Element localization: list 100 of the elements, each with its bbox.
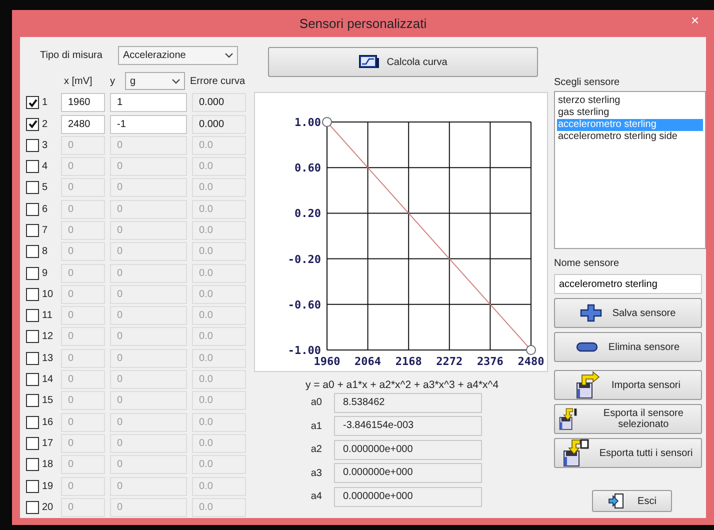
input-field[interactable]: 0: [110, 455, 187, 474]
checkbox[interactable]: [26, 224, 39, 237]
input-field[interactable]: 0: [61, 200, 105, 219]
action-button[interactable]: Elimina sensore: [554, 332, 702, 362]
checkbox[interactable]: [26, 458, 39, 472]
input-field[interactable]: 0: [61, 348, 105, 368]
coefficient-field: 8.538462: [334, 392, 482, 413]
list-item[interactable]: accelerometro sterling: [557, 119, 703, 132]
input-field[interactable]: 0: [110, 370, 187, 390]
input-field[interactable]: 0: [61, 327, 105, 346]
row-number: 18: [41, 459, 54, 470]
window-title: Sensori personalizzati: [299, 16, 427, 32]
action-button[interactable]: Esporta il sensore selezionato: [554, 404, 702, 434]
error-field: 0.0: [192, 136, 246, 155]
checkbox[interactable]: [26, 416, 39, 429]
input-field[interactable]: 0: [110, 136, 187, 155]
y-tick-label: -1.00: [288, 344, 321, 358]
sensor-name-field[interactable]: accelerometro sterling: [554, 274, 702, 294]
close-button[interactable]: ×: [680, 10, 710, 30]
input-field[interactable]: 0: [110, 264, 187, 283]
list-label: Scegli sensore: [554, 77, 621, 90]
y-tick-label: -0.20: [288, 252, 321, 266]
x-tick-label: 2480: [518, 355, 544, 368]
input-field[interactable]: 1: [110, 93, 187, 112]
action-button[interactable]: Esporta tutti i sensori: [554, 438, 702, 468]
input-field[interactable]: 0: [61, 284, 105, 304]
checkbox[interactable]: [26, 309, 39, 322]
input-field[interactable]: 0: [61, 370, 105, 390]
input-field[interactable]: 0: [110, 284, 187, 304]
checkbox[interactable]: [26, 266, 39, 280]
input-field[interactable]: 0: [61, 220, 105, 240]
input-field[interactable]: 0: [61, 306, 105, 326]
input-field[interactable]: 0: [110, 391, 187, 410]
checkbox[interactable]: [26, 436, 39, 450]
input-field[interactable]: 0: [110, 348, 187, 368]
input-field[interactable]: 0: [110, 200, 187, 219]
measure-dropdown[interactable]: Accelerazione: [118, 46, 238, 65]
input-field[interactable]: 0: [110, 412, 187, 432]
y-tick-label: 1.00: [294, 116, 321, 130]
list-item[interactable]: gas sterling: [557, 107, 703, 120]
row-number: 16: [41, 416, 54, 428]
error-field: 0.0: [192, 200, 246, 219]
input-field[interactable]: 1960: [61, 93, 105, 112]
input-field[interactable]: 0: [61, 498, 105, 517]
checkbox[interactable]: [26, 288, 39, 301]
input-field[interactable]: 0: [61, 136, 105, 155]
checkbox[interactable]: [26, 202, 39, 216]
input-field[interactable]: 0: [61, 264, 105, 283]
calculate-button[interactable]: Calcola curva: [268, 47, 538, 78]
error-field: 0.0: [192, 370, 246, 390]
input-field[interactable]: 2480: [61, 114, 105, 134]
input-field[interactable]: 0: [61, 412, 105, 432]
checkbox[interactable]: [26, 96, 39, 110]
checkbox[interactable]: [26, 352, 39, 365]
field-label: Nome sensore: [554, 258, 620, 272]
checkbox[interactable]: [26, 245, 39, 258]
unit-dropdown[interactable]: g: [125, 72, 185, 90]
error-field: 0.0: [192, 242, 246, 262]
error-field: 0.0: [192, 264, 246, 283]
input-field[interactable]: 0: [61, 434, 105, 453]
checkbox[interactable]: [26, 394, 39, 408]
input-field[interactable]: -1: [110, 114, 187, 134]
list-item[interactable]: accelerometro sterling side: [557, 131, 703, 144]
input-field[interactable]: 0: [61, 391, 105, 410]
error-field: 0.000: [192, 114, 246, 134]
list-item[interactable]: sterzo sterling: [557, 95, 703, 108]
checkbox[interactable]: [26, 118, 39, 130]
x-tick-label: 1960: [314, 355, 340, 368]
input-field[interactable]: 0: [61, 242, 105, 262]
checkbox[interactable]: [26, 330, 39, 344]
x-tick-label: 2272: [436, 355, 463, 368]
error-field: 0.0: [192, 498, 246, 517]
row-number: 4: [41, 161, 49, 172]
error-field: 0.0: [192, 157, 246, 176]
checkbox[interactable]: [26, 181, 39, 194]
coefficient-label: a0: [310, 397, 323, 408]
input-field[interactable]: 0: [110, 498, 187, 517]
exit-button[interactable]: Esci: [592, 490, 672, 512]
checkbox[interactable]: [26, 373, 39, 386]
input-field[interactable]: 0: [61, 178, 105, 198]
error-field: 0.0: [192, 391, 246, 410]
input-field[interactable]: 0: [110, 157, 187, 176]
input-field[interactable]: 0: [61, 455, 105, 474]
input-field[interactable]: 0: [110, 434, 187, 453]
checkbox[interactable]: [26, 500, 39, 514]
input-field[interactable]: 0: [61, 157, 105, 176]
x-tick-label: 2168: [395, 355, 422, 368]
input-field[interactable]: 0: [110, 327, 187, 346]
action-button[interactable]: Salva sensore: [554, 298, 702, 328]
y-tick-label: 0.20: [294, 207, 321, 220]
input-field[interactable]: 0: [110, 242, 187, 262]
input-field[interactable]: 0: [110, 178, 187, 198]
input-field[interactable]: 0: [110, 306, 187, 326]
action-button[interactable]: Importa sensori: [554, 370, 702, 400]
checkbox[interactable]: [26, 480, 39, 493]
input-field[interactable]: 0: [61, 476, 105, 496]
input-field[interactable]: 0: [110, 476, 187, 496]
input-field[interactable]: 0: [110, 220, 187, 240]
checkbox[interactable]: [26, 138, 39, 152]
checkbox[interactable]: [26, 160, 39, 174]
